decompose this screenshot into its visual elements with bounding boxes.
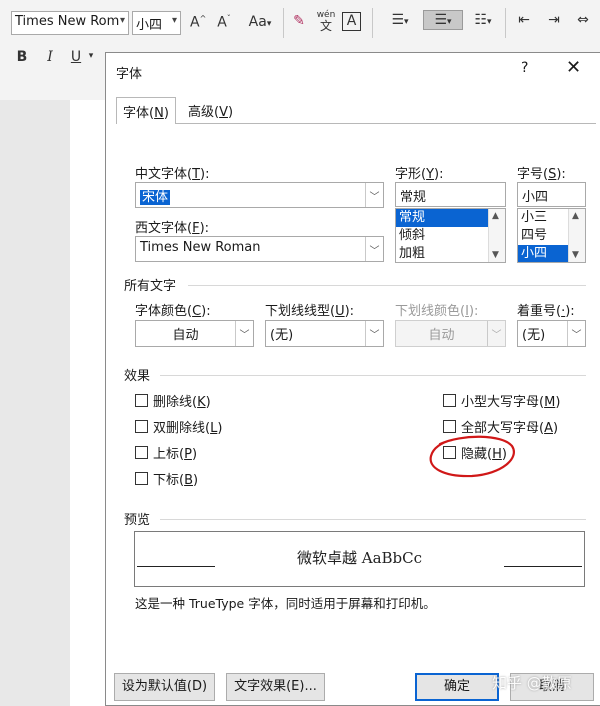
annotation-circle-icon <box>429 435 515 478</box>
chevron-down-icon[interactable]: ﹀ <box>567 321 585 346</box>
phonetic-guide-button[interactable]: wén 文 <box>316 10 336 34</box>
list-item[interactable]: 小四 <box>518 245 568 262</box>
numbering-icon[interactable]: ☰▾ <box>423 10 463 30</box>
emphasis-mark-combo[interactable]: (无) ﹀ <box>517 320 586 347</box>
decrease-indent-icon[interactable]: ⇤ <box>513 12 535 28</box>
set-default-button[interactable]: 设为默认值(D) <box>114 673 215 701</box>
font-size-value: 小四 <box>136 18 163 33</box>
chevron-down-icon[interactable]: ▼ <box>492 250 499 260</box>
dialog-title: 字体 <box>116 67 143 82</box>
font-size-list[interactable]: 小三 四号 小四 ▲ ▼ <box>517 208 586 263</box>
font-color-value: 自动 <box>172 328 199 343</box>
ribbon-divider <box>372 8 373 38</box>
increase-indent-icon[interactable]: ⇥ <box>543 12 565 28</box>
emphasis-mark-value: (无) <box>522 328 546 343</box>
font-size-input[interactable]: 小四 <box>517 182 586 207</box>
all-text-heading: 所有文字 <box>124 279 177 294</box>
western-font-value: Times New Roman <box>140 240 261 255</box>
underline-color-value: 自动 <box>428 328 455 343</box>
scrollbar[interactable]: ▲ ▼ <box>488 209 505 262</box>
font-dialog: 字体 ? ✕ 字体(N) 高级(V) 中文字体(T): 宋体 ﹀ 西文字体(F)… <box>105 52 600 706</box>
section-divider <box>160 519 586 520</box>
chevron-up-icon[interactable]: ▲ <box>572 211 579 221</box>
double-strikethrough-label[interactable]: 双删除线(L) <box>153 417 222 436</box>
chevron-down-icon: ▾ <box>119 15 125 26</box>
font-style-value: 常规 <box>400 190 427 205</box>
section-divider <box>160 375 586 376</box>
chinese-font-label: 中文字体(T): <box>135 167 210 182</box>
subscript-label[interactable]: 下标(B) <box>153 469 198 488</box>
western-font-combo[interactable]: Times New Roman ﹀ <box>135 236 384 262</box>
font-style-input[interactable]: 常规 <box>395 182 506 207</box>
double-strikethrough-checkbox[interactable] <box>135 420 148 433</box>
underline-color-label: 下划线颜色(I): <box>395 304 479 319</box>
western-font-label: 西文字体(F): <box>135 221 210 236</box>
clear-format-icon[interactable]: ✎ <box>290 13 308 29</box>
preview-heading: 预览 <box>124 513 151 528</box>
effects-heading: 效果 <box>124 369 151 384</box>
char-border-button[interactable]: A <box>342 12 361 31</box>
tab-panel-border <box>116 123 596 124</box>
preview-baseline-right <box>504 566 582 567</box>
font-style-list[interactable]: 常规 倾斜 加粗 ▲ ▼ <box>395 208 506 263</box>
chevron-down-icon[interactable]: ﹀ <box>365 237 383 261</box>
subscript-checkbox[interactable] <box>135 472 148 485</box>
chinese-font-value: 宋体 <box>140 190 171 205</box>
small-caps-checkbox[interactable] <box>443 394 456 407</box>
grow-font-button[interactable]: A^ <box>190 14 206 31</box>
watermark: 知乎 @散原 <box>492 674 572 692</box>
font-size-dialog-value: 小四 <box>522 190 549 205</box>
superscript-checkbox[interactable] <box>135 446 148 459</box>
underline-style-combo[interactable]: (无) ﹀ <box>265 320 384 347</box>
chevron-down-icon[interactable]: ▼ <box>572 250 579 260</box>
underline-style-value: (无) <box>270 328 294 343</box>
small-caps-label[interactable]: 小型大写字母(M) <box>461 391 560 410</box>
chevron-down-icon: ▾ <box>171 15 177 26</box>
underline-style-label: 下划线线型(U): <box>265 304 355 319</box>
font-name-value: Times New Rom <box>15 14 120 29</box>
section-divider <box>188 285 586 286</box>
chevron-down-icon[interactable]: ﹀ <box>235 321 253 346</box>
text-effects-button[interactable]: 文字效果(E)... <box>226 673 325 701</box>
preview-box: 微软卓越 AaBbCc <box>134 531 585 587</box>
bold-button[interactable]: B <box>14 49 30 65</box>
scrollbar[interactable]: ▲ ▼ <box>568 209 585 262</box>
tab-advanced[interactable]: 高级(V) <box>182 97 239 123</box>
change-case-button[interactable]: Aa▾ <box>246 14 274 30</box>
font-size-label: 字号(S): <box>517 167 566 182</box>
strikethrough-label[interactable]: 删除线(K) <box>153 391 211 410</box>
underline-button[interactable]: U <box>68 49 84 65</box>
document-page[interactable] <box>70 100 106 706</box>
font-name-combo[interactable]: Times New Rom ▾ <box>11 11 129 35</box>
ok-button[interactable]: 确定 <box>415 673 499 701</box>
tab-font[interactable]: 字体(N) <box>116 97 176 124</box>
ribbon-divider <box>505 8 506 38</box>
strikethrough-checkbox[interactable] <box>135 394 148 407</box>
preview-note: 这是一种 TrueType 字体，同时适用于屏幕和打印机。 <box>135 596 436 611</box>
chevron-down-icon[interactable]: ﹀ <box>365 183 383 207</box>
help-icon[interactable]: ? <box>521 60 528 76</box>
underline-color-combo: 自动 ﹀ <box>395 320 506 347</box>
ribbon-divider <box>283 8 284 38</box>
italic-button[interactable]: I <box>42 49 58 65</box>
font-color-label: 字体颜色(C): <box>135 304 211 319</box>
close-icon[interactable]: ✕ <box>566 57 581 78</box>
font-color-combo[interactable]: 自动 ﹀ <box>135 320 254 347</box>
chevron-up-icon[interactable]: ▲ <box>492 211 499 221</box>
font-style-label: 字形(Y): <box>395 167 444 182</box>
chevron-down-icon[interactable]: ▾ <box>86 51 96 61</box>
chevron-down-icon: ﹀ <box>487 321 505 346</box>
superscript-label[interactable]: 上标(P) <box>153 443 197 462</box>
chevron-down-icon[interactable]: ﹀ <box>365 321 383 346</box>
font-size-combo[interactable]: 小四 ▾ <box>132 11 181 35</box>
chinese-font-combo[interactable]: 宋体 ﹀ <box>135 182 384 208</box>
shrink-font-button[interactable]: Aˇ <box>216 14 232 31</box>
bullets-icon[interactable]: ☰▾ <box>385 12 415 28</box>
emphasis-mark-label: 着重号(·): <box>517 304 575 319</box>
multilevel-list-icon[interactable]: ☷▾ <box>468 12 498 28</box>
chinese-layout-icon[interactable]: ⇔ <box>572 12 594 28</box>
preview-sample-text: 微软卓越 AaBbCc <box>296 549 423 567</box>
